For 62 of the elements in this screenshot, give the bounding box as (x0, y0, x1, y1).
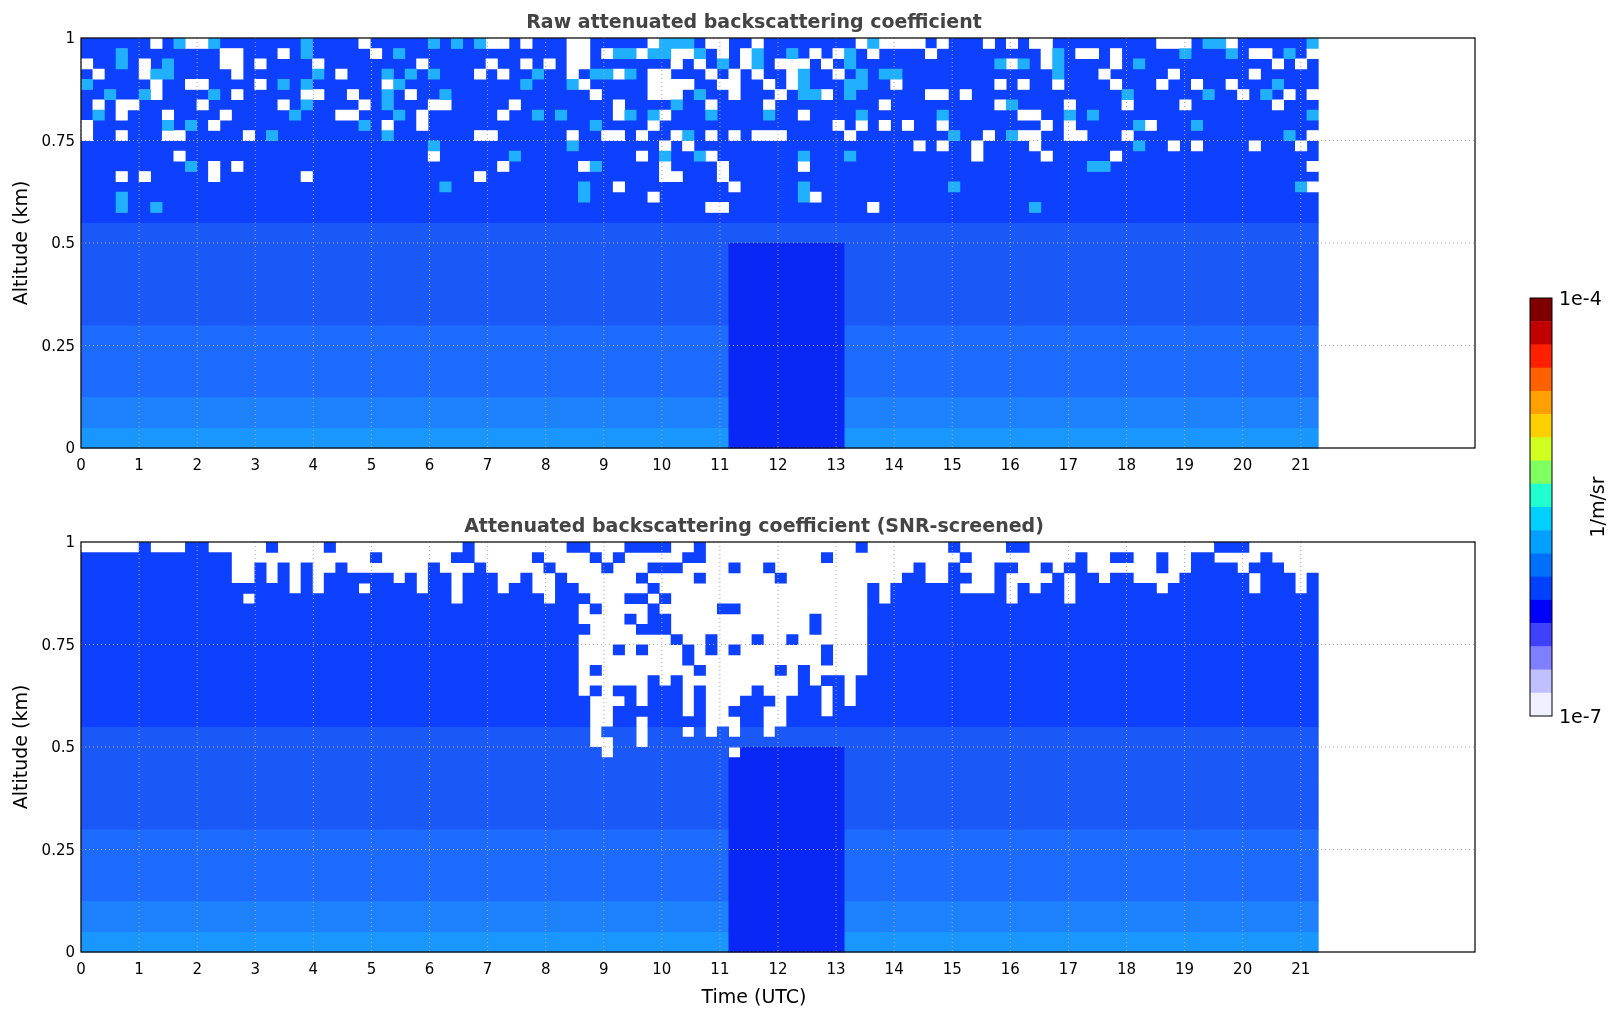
tick-label: 4 (308, 456, 319, 474)
tick-label: 17 (1058, 960, 1078, 978)
colorbar-min-label: 1e-7 (1559, 705, 1602, 727)
tick-label: 0.5 (51, 738, 75, 756)
tick-label: 0 (76, 960, 86, 978)
tick-label: 19 (1175, 960, 1195, 978)
axis-label: Altitude (km) (9, 684, 31, 810)
tick-label: 4 (308, 960, 319, 978)
tick-label: 2 (192, 960, 202, 978)
tick-label: 12 (768, 456, 788, 474)
tick-label: 1 (65, 29, 75, 47)
tick-label: 3 (250, 456, 260, 474)
tick-label: 13 (826, 960, 846, 978)
tick-label: 0.25 (41, 840, 75, 859)
tick-label: 6 (424, 456, 435, 474)
tick-label: 0 (65, 439, 75, 457)
tick-label: 8 (540, 456, 551, 474)
tick-label: 13 (826, 456, 846, 474)
tick-label: 3 (250, 960, 260, 978)
tick-label: 0.75 (41, 635, 75, 654)
tick-label: 2 (192, 456, 202, 474)
tick-label: 15 (942, 960, 962, 978)
tick-label: 8 (540, 960, 551, 978)
tick-label: 21 (1291, 960, 1311, 978)
colorbar-label: 1/m/sr (1586, 476, 1608, 538)
tick-label: 10 (652, 456, 672, 474)
tick-label: 1 (65, 533, 75, 551)
tick-label: 0 (76, 456, 86, 474)
tick-label: 12 (768, 960, 788, 978)
tick-label: 11 (710, 960, 730, 978)
tick-label: 16 (1000, 456, 1020, 474)
tick-label: 1 (134, 960, 144, 978)
tick-label: 0 (65, 943, 75, 961)
tick-label: 17 (1058, 456, 1078, 474)
tick-label: 10 (652, 960, 672, 978)
tick-label: 14 (884, 960, 904, 978)
tick-label: 0.25 (41, 336, 75, 355)
tick-label: 0.75 (41, 131, 75, 150)
axis-label: Time (UTC) (701, 985, 807, 1007)
tick-label: 6 (424, 960, 435, 978)
tick-label: 7 (482, 456, 493, 474)
tick-label: 16 (1000, 960, 1020, 978)
tick-label: 5 (366, 960, 377, 978)
axis-label: Altitude (km) (9, 180, 31, 306)
tick-label: 18 (1116, 960, 1137, 978)
colorbar-max-label: 1e-4 (1559, 287, 1602, 309)
tick-label: 18 (1116, 456, 1137, 474)
tick-label: 1 (134, 456, 144, 474)
chart-title: Raw attenuated backscattering coefficient (526, 10, 982, 32)
tick-label: 21 (1291, 456, 1311, 474)
tick-label: 20 (1233, 960, 1253, 978)
tick-label: 20 (1233, 456, 1253, 474)
tick-label: 19 (1175, 456, 1195, 474)
tick-label: 15 (942, 456, 962, 474)
tick-label: 14 (884, 456, 904, 474)
tick-label: 9 (599, 960, 609, 978)
tick-label: 7 (482, 960, 493, 978)
tick-label: 5 (366, 456, 377, 474)
tick-label: 9 (599, 456, 609, 474)
chart-title: Attenuated backscattering coefficient (SNR-screened) (464, 514, 1044, 536)
tick-label: 0.5 (51, 234, 75, 252)
tick-label: 11 (710, 456, 730, 474)
